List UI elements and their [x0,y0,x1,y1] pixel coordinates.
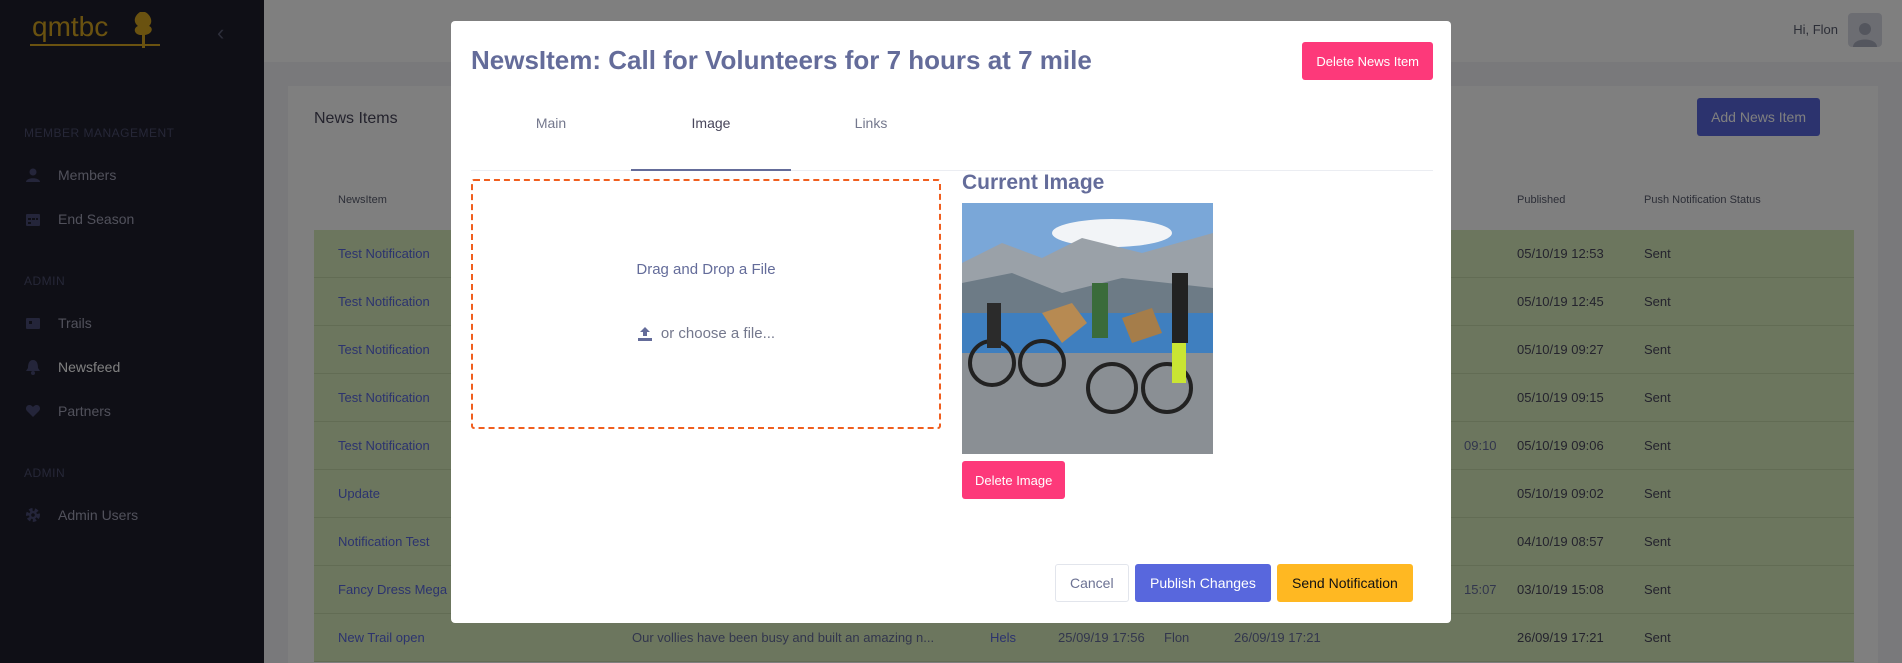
current-image [962,203,1213,454]
modal-tabs: Main Image Links [471,103,1433,171]
publish-changes-button[interactable]: Publish Changes [1135,564,1271,602]
tab-main[interactable]: Main [471,103,631,171]
delete-news-item-button[interactable]: Delete News Item [1302,42,1433,80]
current-image-title: Current Image [962,171,1105,194]
file-dropzone[interactable]: Drag and Drop a File or choose a file... [471,179,941,429]
tab-image[interactable]: Image [631,103,791,171]
upload-icon [637,326,652,341]
dropzone-label: Drag and Drop a File [636,261,776,278]
delete-image-button[interactable]: Delete Image [962,461,1066,499]
modal-title: NewsItem: Call for Volunteers for 7 hour… [471,45,1092,75]
tab-links[interactable]: Links [791,103,951,171]
choose-file-link[interactable]: or choose a file... [473,325,939,342]
choose-file-label: or choose a file... [660,325,776,342]
cancel-button[interactable]: Cancel [1055,564,1129,602]
news-item-modal: NewsItem: Call for Volunteers for 7 hour… [451,21,1451,623]
send-notification-button[interactable]: Send Notification [1277,564,1413,602]
